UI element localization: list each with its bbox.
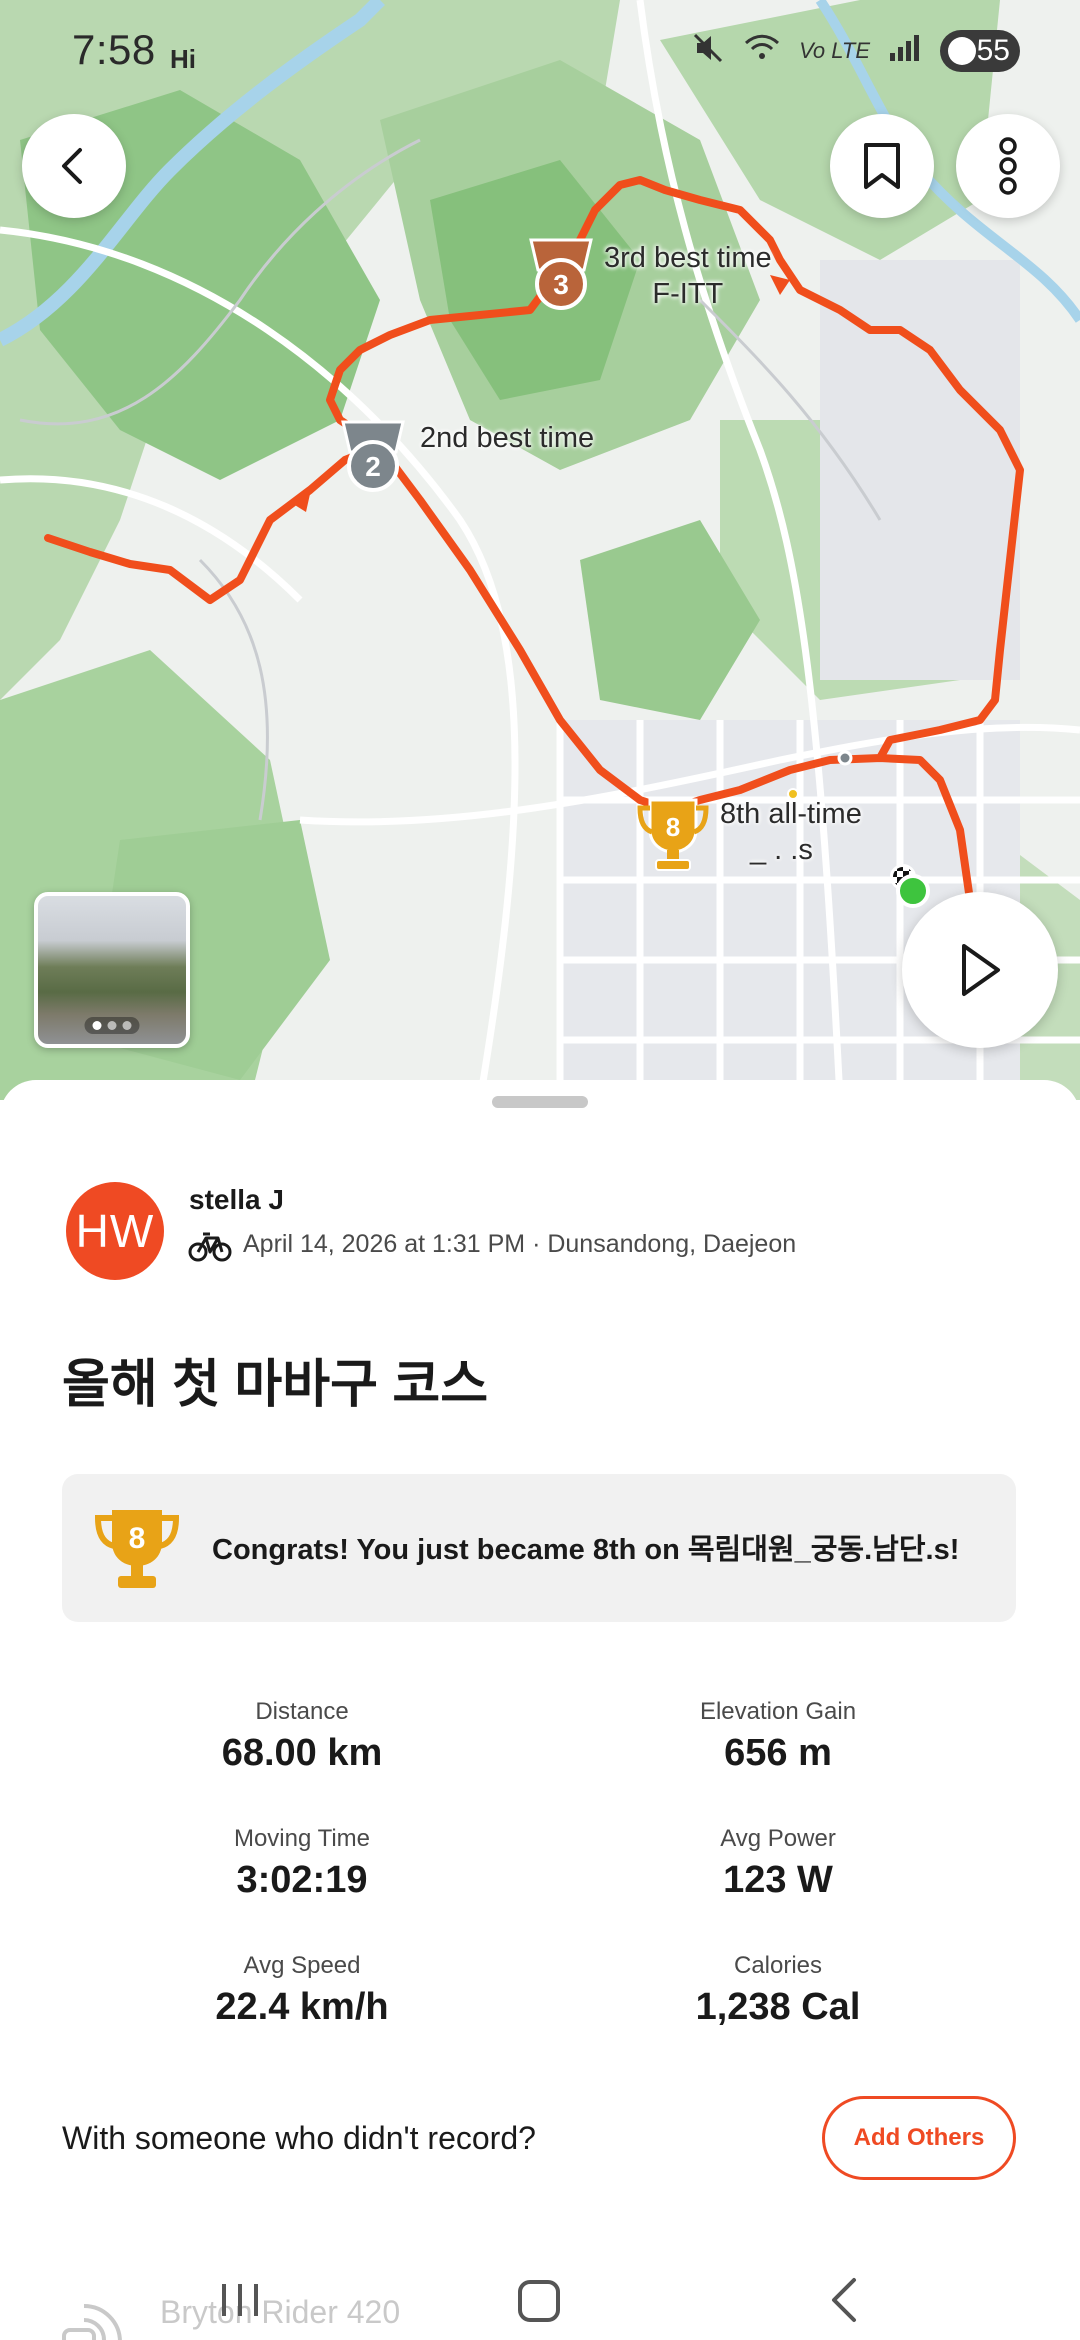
- second-best-label: 2nd best time: [420, 422, 595, 454]
- stat-label: Avg Speed: [243, 1952, 361, 1979]
- achievement-banner[interactable]: 8 Congrats! You just became 8th on 목림대원_…: [62, 1474, 1016, 1622]
- sheet-drag-handle[interactable]: [492, 1096, 588, 1108]
- stat-value: 68.00 km: [221, 1732, 383, 1774]
- system-nav-bar: Bryton Rider 420: [0, 2260, 1080, 2340]
- volte-indicator: Vo LTE: [799, 38, 870, 63]
- stat-moving-time: Moving Time 3:02:19: [92, 1825, 512, 1902]
- play-icon: [962, 944, 1000, 996]
- add-others-button[interactable]: Add Others: [822, 2096, 1016, 2180]
- stat-label: Elevation Gain: [699, 1698, 857, 1725]
- third-best-label: 3rd best time F-ITT: [604, 242, 772, 310]
- stat-avg-speed: Avg Speed 22.4 km/h: [92, 1952, 512, 2029]
- chevron-left-icon: [62, 148, 82, 184]
- gold-trophy-icon[interactable]: 8: [636, 794, 710, 879]
- bookmark-button[interactable]: [830, 114, 934, 218]
- start-marker: [896, 874, 930, 908]
- status-time: 7:58: [72, 26, 156, 73]
- recent-apps-icon[interactable]: [218, 2280, 262, 2325]
- stat-avg-power: Avg Power 123 W: [568, 1825, 988, 1902]
- stat-calories: Calories 1,238 Cal: [568, 1952, 988, 2029]
- more-vertical-icon: [999, 137, 1017, 195]
- stat-value: 1,238 Cal: [695, 1986, 861, 2028]
- wifi-icon: [743, 31, 781, 72]
- device-name: Bryton Rider 420: [160, 2294, 401, 2330]
- nav-back-icon[interactable]: [828, 2276, 860, 2329]
- stat-value: 656 m: [724, 1732, 832, 1774]
- play-flyby-button[interactable]: [902, 892, 1058, 1048]
- stat-value: 123 W: [723, 1859, 833, 1901]
- stat-label: Avg Power: [720, 1825, 836, 1852]
- activity-meta: April 14, 2026 at 1:31 PM · Dunsandong, …: [243, 1230, 797, 1258]
- stat-label: Calories: [733, 1952, 823, 1979]
- svg-text:8: 8: [129, 1522, 146, 1555]
- stat-label: Distance: [255, 1698, 349, 1725]
- battery-saver-icon: [948, 37, 976, 65]
- stat-label: Moving Time: [233, 1825, 371, 1852]
- more-options-button[interactable]: [956, 114, 1060, 218]
- svg-text:3: 3: [553, 269, 569, 300]
- stat-value: 3:02:19: [236, 1859, 368, 1901]
- bike-icon: [188, 1230, 232, 1267]
- eighth-all-time-label: 8th all-time _ . .s: [720, 798, 862, 866]
- back-button[interactable]: [22, 114, 126, 218]
- device-connection-icon: [60, 2300, 128, 2340]
- activity-photo-thumbnail[interactable]: [34, 892, 190, 1048]
- activity-title: 올해 첫 마바구 코스: [62, 1356, 489, 1414]
- activity-sheet: HW stella J April 14, 2026 at 1:31 PM · …: [0, 1080, 1080, 2340]
- athlete-name[interactable]: stella J: [189, 1184, 284, 1216]
- add-others-prompt: With someone who didn't record?: [62, 2120, 536, 2156]
- stat-distance: Distance 68.00 km: [92, 1698, 512, 1775]
- gold-trophy-icon: 8: [92, 1504, 182, 1597]
- status-hi-indicator: Hi: [170, 44, 196, 74]
- photo-pager-dots: [84, 1017, 140, 1034]
- status-icons: Vo LTE 55: [691, 30, 1020, 72]
- stat-value: 22.4 km/h: [215, 1986, 389, 2028]
- svg-text:2: 2: [365, 451, 381, 482]
- achievement-text: Congrats! You just became 8th on 목림대원_궁동…: [212, 1534, 960, 1566]
- signal-icon: [888, 33, 922, 70]
- silver-medal-icon[interactable]: 2: [338, 418, 408, 503]
- avatar[interactable]: HW: [66, 1182, 164, 1280]
- status-bar: 7:58 Hi Vo LTE 55: [0, 0, 1080, 100]
- svg-text:8: 8: [666, 812, 680, 842]
- bronze-medal-icon[interactable]: 3: [526, 236, 596, 321]
- bookmark-icon: [864, 143, 900, 189]
- battery-indicator: 55: [940, 30, 1020, 72]
- stat-elevation: Elevation Gain 656 m: [568, 1698, 988, 1775]
- home-icon[interactable]: [518, 2280, 560, 2322]
- mute-icon: [691, 31, 725, 72]
